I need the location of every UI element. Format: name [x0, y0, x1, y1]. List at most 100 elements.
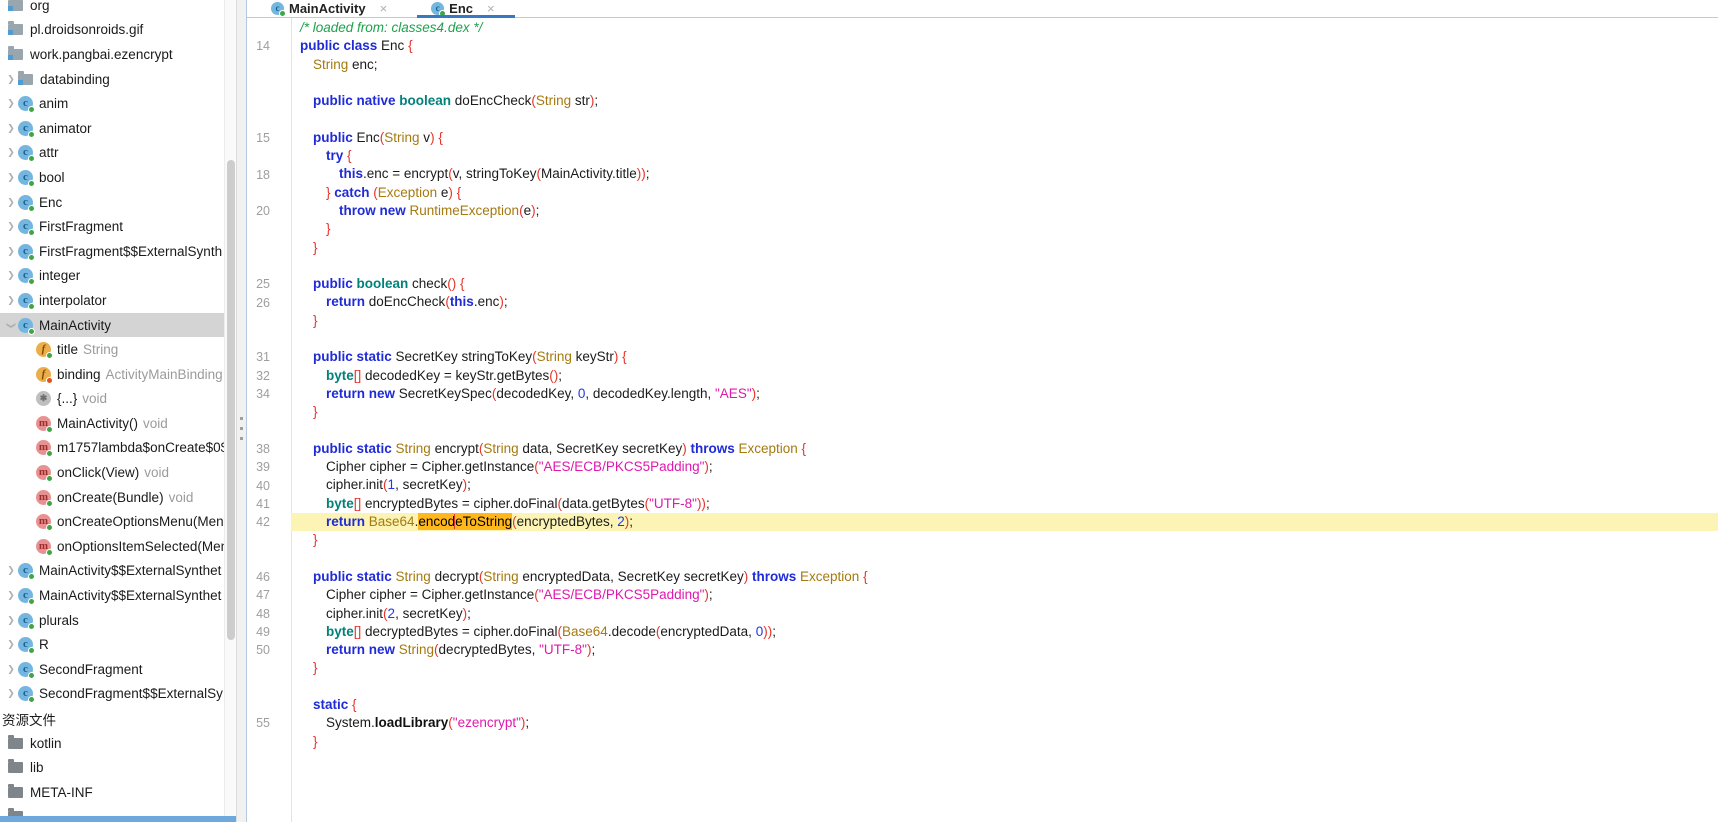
code-token: public	[313, 130, 357, 145]
code-line[interactable]: }	[247, 312, 1718, 330]
tree-item-binding[interactable]: fbindingActivityMainBinding	[0, 362, 224, 387]
code-line-50[interactable]: 50return new String(decryptedBytes, "UTF…	[247, 641, 1718, 659]
tree-item-secondfragment[interactable]: ❯cSecondFragment	[0, 657, 224, 682]
chevron-right-icon[interactable]: ❯	[4, 123, 18, 134]
chevron-right-icon[interactable]: ❯	[4, 197, 18, 208]
tree-item-anim[interactable]: ❯canim	[0, 91, 224, 116]
tree-item-bool[interactable]: ❯cbool	[0, 165, 224, 190]
chevron-right-icon[interactable]: ❯	[4, 98, 18, 109]
code-line-39[interactable]: 39Cipher cipher = Cipher.getInstance("AE…	[247, 458, 1718, 476]
code-line[interactable]: }	[247, 531, 1718, 549]
chevron-right-icon[interactable]: ❯	[4, 688, 18, 699]
chevron-right-icon[interactable]: ❯	[4, 565, 18, 576]
code-line-41[interactable]: 41byte[] encryptedBytes = cipher.doFinal…	[247, 495, 1718, 513]
code-line[interactable]: String enc;	[247, 56, 1718, 74]
code-line-text: cipher.init(1, secretKey);	[291, 476, 1718, 494]
code-line[interactable]	[247, 110, 1718, 128]
code-line[interactable]: }	[247, 403, 1718, 421]
tree-item-secondfragment-externalsy[interactable]: ❯cSecondFragment$$ExternalSy	[0, 682, 224, 707]
tree-item-title[interactable]: ftitleString	[0, 337, 224, 362]
tree-item-item[interactable]: ✱{...}void	[0, 387, 224, 412]
code-line[interactable]	[247, 74, 1718, 92]
tree-item-attr[interactable]: ❯cattr	[0, 141, 224, 166]
code-line-15[interactable]: 15public Enc(String v) {	[247, 129, 1718, 147]
chevron-right-icon[interactable]: ❯	[4, 172, 18, 183]
tree-item-plurals[interactable]: ❯cplurals	[0, 608, 224, 633]
chevron-right-icon[interactable]: ❯	[4, 639, 18, 650]
chevron-right-icon[interactable]: ❯	[4, 615, 18, 626]
code-line-40[interactable]: 40cipher.init(1, secretKey);	[247, 476, 1718, 494]
tree-item-animator[interactable]: ❯canimator	[0, 116, 224, 141]
tree-item-work-pangbai-ezencrypt[interactable]: work.pangbai.ezencrypt	[0, 42, 224, 67]
tree-item-integer[interactable]: ❯cinteger	[0, 264, 224, 289]
tree-vertical-scrollbar-thumb[interactable]	[227, 160, 235, 640]
code-line-42[interactable]: 42return Base64.encodeToString(encrypted…	[247, 513, 1718, 531]
code-line[interactable]	[247, 550, 1718, 568]
chevron-right-icon[interactable]: ❯	[4, 147, 18, 158]
tree-item-oncreate-bundle[interactable]: monCreate(Bundle)void	[0, 485, 224, 510]
tree-item-mainactivity-externalsynthet[interactable]: ❯cMainActivity$$ExternalSynthet	[0, 583, 224, 608]
code-line-47[interactable]: 47Cipher cipher = Cipher.getInstance("AE…	[247, 586, 1718, 604]
tree-item-meta-inf[interactable]: META-INF	[0, 780, 224, 805]
tree-item-firstfragment-externalsynth[interactable]: ❯cFirstFragment$$ExternalSynth	[0, 239, 224, 264]
chevron-down-icon[interactable]: ❯	[6, 318, 17, 332]
tree-item-mainactivity-externalsynthet[interactable]: ❯cMainActivity$$ExternalSynthet	[0, 559, 224, 584]
code-line-38[interactable]: 38public static String encrypt(String da…	[247, 440, 1718, 458]
tree-item-onclick-view[interactable]: monClick(View)void	[0, 460, 224, 485]
code-line-46[interactable]: 46public static String decrypt(String en…	[247, 568, 1718, 586]
code-line[interactable]	[247, 678, 1718, 696]
chevron-right-icon[interactable]: ❯	[4, 590, 18, 601]
code-area[interactable]: /* loaded from: classes4.dex */14public …	[247, 18, 1718, 822]
line-number: 39	[247, 460, 291, 474]
code-line[interactable]	[247, 257, 1718, 275]
code-line[interactable]: } catch (Exception e) {	[247, 184, 1718, 202]
tab-close-icon[interactable]: ×	[380, 1, 388, 16]
code-line[interactable]: }	[247, 220, 1718, 238]
code-line-55[interactable]: 55System.loadLibrary("ezencrypt");	[247, 714, 1718, 732]
tab-close-icon[interactable]: ×	[487, 1, 495, 16]
code-line[interactable]: }	[247, 733, 1718, 751]
code-line-26[interactable]: 26return doEncCheck(this.enc);	[247, 293, 1718, 311]
tree-item-item[interactable]: 资源文件	[0, 706, 224, 731]
tree-item-org[interactable]: org	[0, 0, 224, 18]
tree-item-pl-droidsonroids-gif[interactable]: pl.droidsonroids.gif	[0, 18, 224, 43]
chevron-right-icon[interactable]: ❯	[4, 664, 18, 675]
tree-item-r[interactable]: ❯cR	[0, 632, 224, 657]
code-line-18[interactable]: 18this.enc = encrypt(v, stringToKey(Main…	[247, 165, 1718, 183]
code-line[interactable]: /* loaded from: classes4.dex */	[247, 19, 1718, 37]
tree-item-interpolator[interactable]: ❯cinterpolator	[0, 288, 224, 313]
tree-item-firstfragment[interactable]: ❯cFirstFragment	[0, 214, 224, 239]
code-line[interactable]: }	[247, 239, 1718, 257]
code-line-14[interactable]: 14public class Enc {	[247, 37, 1718, 55]
tree-item-mainactivity[interactable]: mMainActivity()void	[0, 411, 224, 436]
tree-item-onoptionsitemselected-men[interactable]: monOptionsItemSelected(Men	[0, 534, 224, 559]
code-line[interactable]	[247, 330, 1718, 348]
code-line[interactable]	[247, 422, 1718, 440]
code-line[interactable]: public native boolean doEncCheck(String …	[247, 92, 1718, 110]
tree-item-m1757lambda-oncreate-0[interactable]: mm1757lambda$onCreate$0$	[0, 436, 224, 461]
tab-mainactivity[interactable]: cMainActivity×	[257, 0, 407, 17]
code-line-34[interactable]: 34return new SecretKeySpec(decodedKey, 0…	[247, 385, 1718, 403]
tree-item-databinding[interactable]: ❯databinding	[0, 67, 224, 92]
code-line-25[interactable]: 25public boolean check() {	[247, 275, 1718, 293]
chevron-right-icon[interactable]: ❯	[4, 295, 18, 306]
code-line-32[interactable]: 32byte[] decodedKey = keyStr.getBytes();	[247, 367, 1718, 385]
tree-item-lib[interactable]: lib	[0, 755, 224, 780]
code-line[interactable]: static {	[247, 696, 1718, 714]
chevron-right-icon[interactable]: ❯	[4, 221, 18, 232]
tree-item-oncreateoptionsmenu-menu[interactable]: monCreateOptionsMenu(Menu	[0, 509, 224, 534]
tree-item-enc[interactable]: ❯cEnc	[0, 190, 224, 215]
tab-enc[interactable]: cEnc×	[417, 0, 514, 17]
code-line[interactable]: try {	[247, 147, 1718, 165]
code-line[interactable]: }	[247, 659, 1718, 677]
code-line-20[interactable]: 20throw new RuntimeException(e);	[247, 202, 1718, 220]
code-line-49[interactable]: 49byte[] decryptedBytes = cipher.doFinal…	[247, 623, 1718, 641]
code-line-31[interactable]: 31public static SecretKey stringToKey(St…	[247, 348, 1718, 366]
tree-item-kotlin[interactable]: kotlin	[0, 731, 224, 756]
tree-item-mainactivity[interactable]: ❯cMainActivity	[0, 313, 224, 338]
chevron-right-icon[interactable]: ❯	[4, 246, 18, 257]
tree-horizontal-scrollbar[interactable]	[0, 816, 236, 822]
chevron-right-icon[interactable]: ❯	[4, 270, 18, 281]
code-line-48[interactable]: 48cipher.init(2, secretKey);	[247, 605, 1718, 623]
chevron-right-icon[interactable]: ❯	[4, 74, 18, 85]
